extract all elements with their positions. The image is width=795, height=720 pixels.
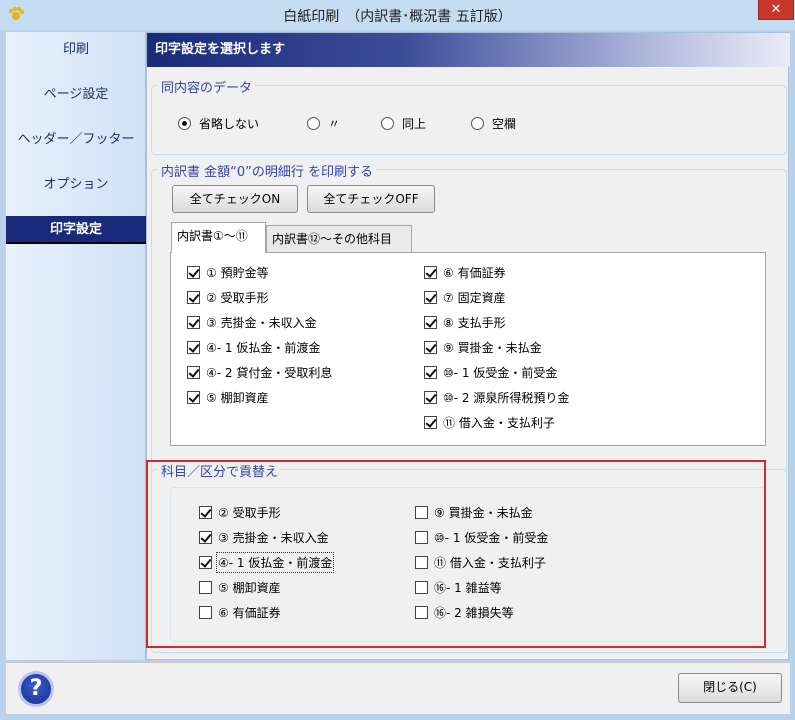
checkbox-label: ⑧ 支払手形: [443, 316, 506, 330]
check-all-on-button[interactable]: 全てチェックON: [172, 185, 298, 213]
checkbox-indicator: [424, 291, 437, 304]
print-settings-window: 白紙印刷 （内訳書･概況書 五訂版） ✕ 印刷 ページ設定 ヘッダー／フッター …: [0, 0, 795, 720]
zero-check-item[interactable]: ⑩- 1 仮受金・前受金: [424, 364, 557, 381]
checkbox-indicator: [424, 316, 437, 329]
checkbox-indicator: [424, 391, 437, 404]
sidebar: 印刷 ページ設定 ヘッダー／フッター オプション 印字設定: [6, 32, 146, 660]
zero-check-item[interactable]: ④- 1 仮払金・前渡金: [187, 339, 320, 356]
zero-check-item[interactable]: ⑤ 棚卸資産: [187, 389, 269, 406]
radio-no-omit[interactable]: 省略しない: [178, 115, 259, 132]
radio-label: 空欄: [492, 117, 517, 131]
checkbox-label: ⑩- 2 源泉所得税預り金: [443, 391, 570, 405]
radio-label: 省略しない: [199, 117, 260, 131]
zero-check-item[interactable]: ④- 2 貸付金・受取利息: [187, 364, 332, 381]
radio-label: 同上: [402, 117, 427, 131]
page-title: 印字設定を選択します: [147, 33, 790, 67]
checkbox-label: ④- 2 貸付金・受取利息: [206, 366, 333, 380]
zero-amount-tab-panel: ① 預貯金等 ② 受取手形 ③ 売掛金・未収入金 ④- 1 仮払金・前渡金 ④-…: [170, 252, 766, 446]
zero-check-item[interactable]: ② 受取手形: [187, 289, 269, 306]
radio-blank[interactable]: 空欄: [471, 115, 516, 132]
checkbox-label: ⑪ 借入金・支払利子: [443, 416, 555, 430]
checkbox-label: ⑩- 1 仮受金・前受金: [443, 366, 558, 380]
zero-amount-label: 内訳書 金額“0”の明細行 を印刷する: [158, 161, 377, 180]
zero-check-item[interactable]: ⑧ 支払手形: [424, 314, 506, 331]
checkbox-label: ① 預貯金等: [206, 266, 269, 280]
tab-statements-12-other[interactable]: 内訳書⑫～その他科目: [266, 225, 412, 253]
radio-ditto[interactable]: 〃: [307, 115, 340, 132]
help-icon[interactable]: ?: [18, 671, 54, 707]
checkbox-label: ⑥ 有価証券: [443, 266, 506, 280]
same-content-label: 同内容のデータ: [158, 77, 256, 96]
zero-check-item[interactable]: ⑥ 有価証券: [424, 264, 506, 281]
checkbox-indicator: [187, 391, 200, 404]
radio-same-above[interactable]: 同上: [381, 115, 426, 132]
checkbox-indicator: [187, 366, 200, 379]
highlight-frame: [146, 460, 766, 648]
checkbox-label: ④- 1 仮払金・前渡金: [206, 341, 321, 355]
radio-label: 〃: [328, 117, 341, 131]
checkbox-indicator: [424, 266, 437, 279]
title-bar: 白紙印刷 （内訳書･概況書 五訂版） ✕: [0, 0, 795, 30]
radio-indicator: [307, 117, 320, 130]
check-all-off-button[interactable]: 全てチェックOFF: [307, 185, 435, 213]
zero-amount-group: 内訳書 金額“0”の明細行 を印刷する 全てチェックON 全てチェックOFF 内…: [151, 161, 787, 487]
checkbox-indicator: [187, 341, 200, 354]
sidebar-item-header-footer[interactable]: ヘッダー／フッター: [6, 126, 146, 154]
radio-indicator: [381, 117, 394, 130]
help-glyph: ?: [29, 676, 43, 701]
sidebar-item-print-settings[interactable]: 印字設定: [6, 216, 146, 244]
sidebar-item-page-setup[interactable]: ページ設定: [6, 81, 146, 109]
checkbox-label: ② 受取手形: [206, 291, 269, 305]
checkbox-label: ⑨ 買掛金・未払金: [443, 341, 542, 355]
radio-indicator: [471, 117, 484, 130]
zero-check-item[interactable]: ⑩- 2 源泉所得税預り金: [424, 389, 569, 406]
zero-check-item[interactable]: ⑨ 買掛金・未払金: [424, 339, 542, 356]
window-title: 白紙印刷 （内訳書･概況書 五訂版）: [283, 9, 512, 25]
bottom-bar: ? 閉じる(C): [6, 662, 790, 714]
zero-check-item[interactable]: ① 預貯金等: [187, 264, 269, 281]
radio-indicator: [178, 117, 191, 130]
sidebar-item-options[interactable]: オプション: [6, 171, 146, 199]
checkbox-indicator: [187, 316, 200, 329]
close-icon: ✕: [770, 2, 782, 17]
tab-statements-1-11[interactable]: 内訳書①～⑪: [171, 222, 266, 253]
checkbox-indicator: [424, 416, 437, 429]
checkbox-label: ⑦ 固定資産: [443, 291, 506, 305]
window-close-button[interactable]: ✕: [758, 0, 794, 20]
sidebar-item-print[interactable]: 印刷: [6, 36, 146, 64]
checkbox-label: ③ 売掛金・未収入金: [206, 316, 317, 330]
checkbox-label: ⑤ 棚卸資産: [206, 391, 269, 405]
zero-check-item[interactable]: ⑦ 固定資産: [424, 289, 506, 306]
checkbox-indicator: [187, 291, 200, 304]
zero-check-item[interactable]: ③ 売掛金・未収入金: [187, 314, 317, 331]
checkbox-indicator: [424, 341, 437, 354]
checkbox-indicator: [187, 266, 200, 279]
checkbox-indicator: [424, 366, 437, 379]
close-button[interactable]: 閉じる(C): [678, 673, 782, 703]
same-content-group: 同内容のデータ 省略しない 〃 同上 空欄: [151, 77, 787, 155]
zero-check-item[interactable]: ⑪ 借入金・支払利子: [424, 414, 555, 431]
